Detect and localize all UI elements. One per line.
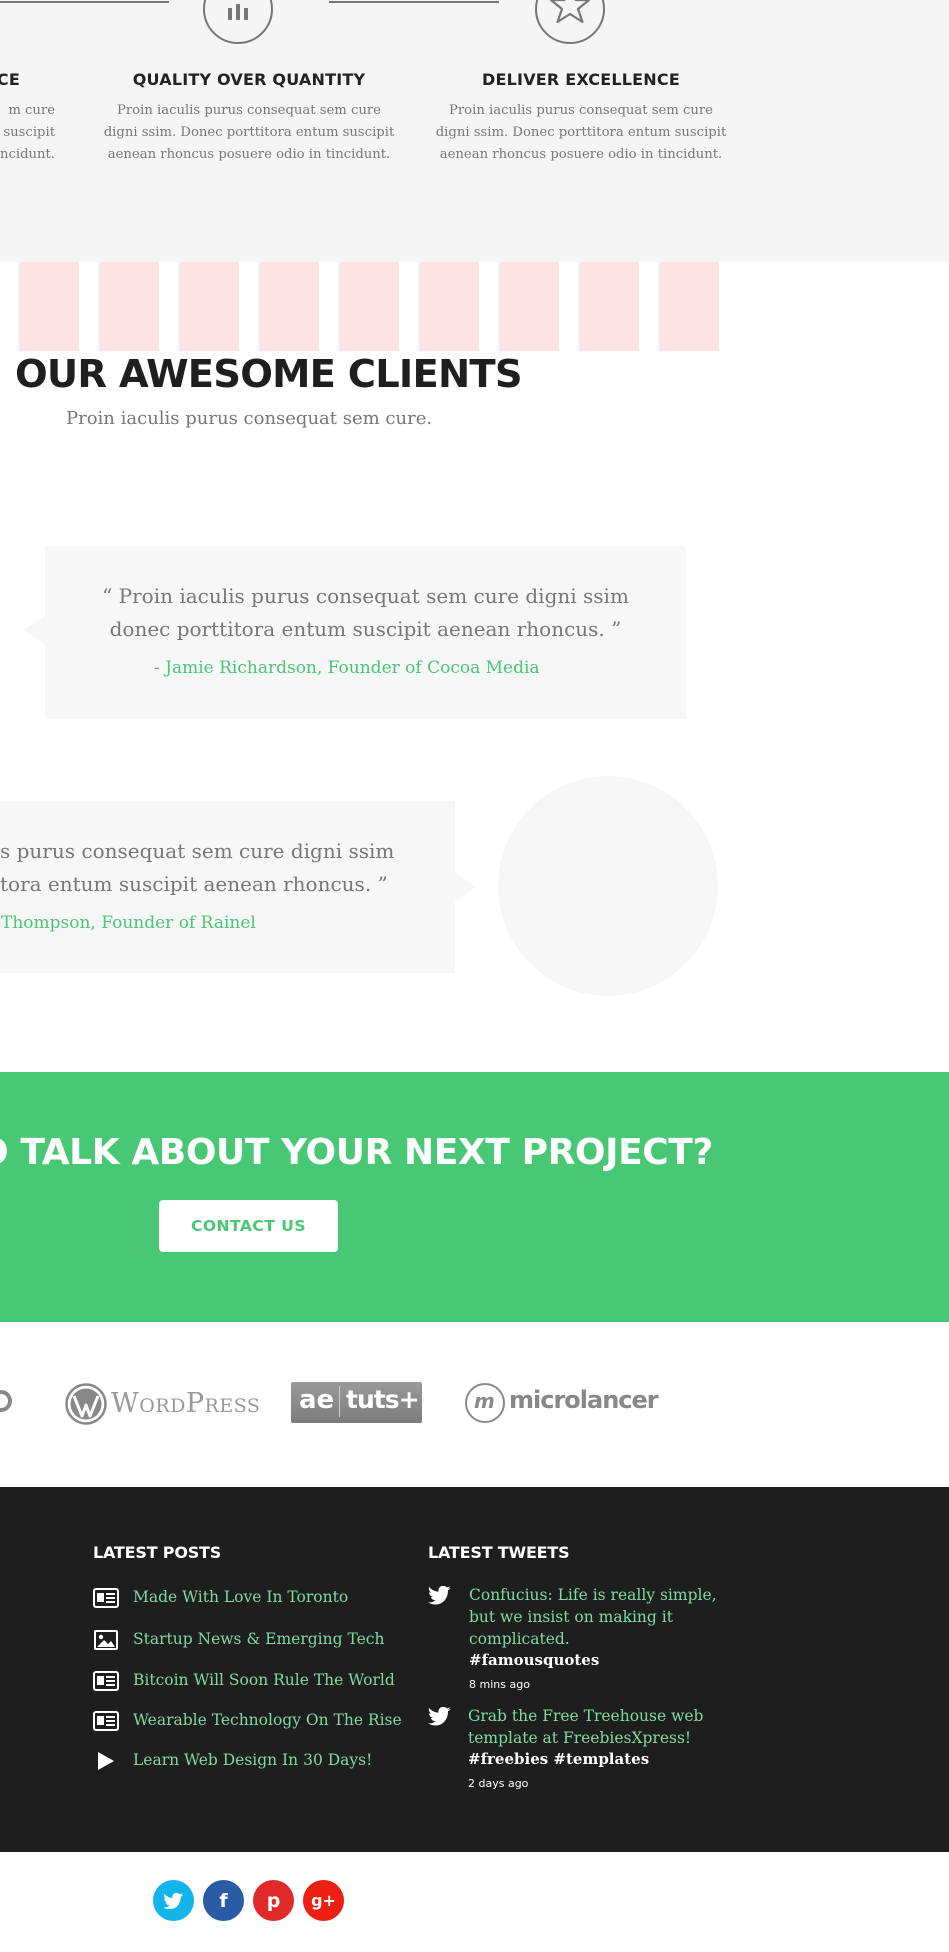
feature-text-line: digni ssim. Donec porttitora entum susci… [435, 125, 727, 140]
aetuts-wordmark: tuts+ [346, 1385, 420, 1414]
feature-text-line: aenean rhoncus posuere odio in tincidunt… [107, 147, 391, 162]
aetuts-prefix: ae [299, 1385, 335, 1415]
feature-title: DELIVER EXCELLENCE [482, 70, 680, 89]
partner-logos: WordPress ae tuts+ m microlancer [0, 1322, 949, 1487]
tweet-timestamp: 2 days ago [468, 1777, 529, 1790]
tweet-hashtags[interactable]: #freebies #templates [468, 1750, 649, 1768]
twitter-icon[interactable] [153, 1880, 194, 1921]
post-link[interactable]: Wearable Technology On The Rise [133, 1711, 402, 1729]
partner-logo-partial [0, 1390, 12, 1412]
clients-subtitle: Proin iaculis purus consequat sem cure. [66, 408, 433, 429]
client-logo-placeholder [179, 262, 239, 351]
feature-text-line: digni ssim. Donec porttitora entum susci… [103, 125, 395, 140]
divider-line [0, 1, 169, 3]
feature-text: Proin iaculis purus consequat sem cure d… [431, 100, 731, 166]
tweet-item: Grab the Free Treehouse web template at … [428, 1706, 703, 1790]
client-logo-placeholder [259, 262, 319, 351]
aetuts-logo: ae tuts+ [291, 1382, 422, 1423]
google-plus-glyph: g+ [311, 1891, 336, 1910]
post-link[interactable]: Bitcoin Will Soon Rule The World [133, 1671, 395, 1689]
pinterest-icon[interactable]: p [253, 1880, 294, 1921]
bar-chart-icon [203, 0, 273, 44]
microlancer-wordmark: microlancer [509, 1386, 659, 1414]
feature-text: Proin iaculis purus consequat sem cure d… [99, 100, 399, 166]
twitter-bird-icon [428, 1585, 451, 1605]
client-logo-placeholder [499, 262, 559, 351]
latest-posts-heading: LATEST POSTS [93, 1543, 222, 1562]
client-logo-placeholder [579, 262, 639, 351]
contact-us-button[interactable]: CONTACT US [159, 1200, 338, 1252]
facebook-glyph: f [219, 1889, 228, 1912]
quote-line: donec porttitora entum suscipit aenean r… [109, 617, 622, 641]
tweet-item: Confucius: Life is really simple, but we… [428, 1585, 717, 1691]
post-item[interactable]: Startup News & Emerging Tech [93, 1630, 384, 1654]
feature-text-line: m cure [8, 103, 55, 118]
post-link[interactable]: Learn Web Design In 30 Days! [133, 1751, 372, 1769]
speech-arrow [24, 615, 45, 645]
cta-section: O TALK ABOUT YOUR NEXT PROJECT? CONTACT … [0, 1072, 949, 1322]
star-icon [535, 0, 605, 44]
twitter-bird-icon [428, 1706, 451, 1726]
post-item[interactable]: Learn Web Design In 30 Days! [93, 1751, 372, 1775]
avatar [498, 776, 718, 996]
testimonial-quote: “ Proin iaculis purus consequat sem cure… [45, 580, 686, 646]
speech-arrow [455, 872, 476, 902]
cta-heading: O TALK ABOUT YOUR NEXT PROJECT? [0, 1132, 713, 1173]
quote-line: “ Proin iaculis purus consequat sem cure… [102, 584, 629, 608]
client-logo-placeholder [659, 262, 719, 351]
article-icon [93, 1588, 119, 1608]
pinterest-glyph: p [266, 1889, 281, 1912]
latest-tweets-heading: LATEST TWEETS [428, 1543, 570, 1562]
testimonial-card: “ Proin iaculis purus consequat sem cure… [45, 546, 686, 719]
quote-line: s purus consequat sem cure digni ssim [0, 839, 395, 863]
testimonial-quote: s purus consequat sem cure digni ssim to… [0, 835, 394, 901]
article-icon [93, 1671, 119, 1691]
microlancer-mark-letter: m [474, 1389, 495, 1413]
client-logo-placeholder [419, 262, 479, 351]
play-icon [98, 1752, 114, 1770]
facebook-icon[interactable]: f [203, 1880, 244, 1921]
logo-divider [339, 1386, 340, 1417]
post-link[interactable]: Startup News & Emerging Tech [133, 1630, 384, 1648]
microlancer-mark: m [465, 1383, 505, 1423]
tweet-hashtags[interactable]: #famousquotes [469, 1651, 599, 1669]
twitter-bird-icon [163, 1892, 183, 1909]
feature-title: QUALITY OVER QUANTITY [132, 70, 366, 89]
feature-text-line: aenean rhoncus posuere odio in tincidunt… [439, 147, 723, 162]
feature-text-line: incidunt. [0, 147, 55, 162]
quote-line: tora entum suscipit aenean rhoncus. ” [0, 872, 388, 896]
wordpress-wordmark: WordPress [111, 1388, 261, 1419]
feature-title: CE [0, 70, 20, 89]
footer: LATEST POSTS Made With Love In Toronto S… [0, 1487, 949, 1852]
feature-text-line: Proin iaculis purus consequat sem cure [116, 103, 381, 118]
client-logo-placeholder [99, 262, 159, 351]
feature-text: m cure n suscipit incidunt. [0, 100, 55, 166]
client-logo-placeholder [339, 262, 399, 351]
testimonial-card: s purus consequat sem cure digni ssim to… [0, 801, 455, 973]
post-item[interactable]: Bitcoin Will Soon Rule The World [93, 1671, 395, 1695]
wordpress-logo [65, 1383, 107, 1425]
feature-text-line: n suscipit [0, 125, 55, 140]
clients-heading: OUR AWESOME CLIENTS [15, 352, 523, 397]
article-icon [93, 1711, 119, 1731]
features-section: CE m cure n suscipit incidunt. QUALITY O… [0, 0, 949, 262]
post-link[interactable]: Made With Love In Toronto [133, 1588, 348, 1606]
feature-text-line: Proin iaculis purus consequat sem cure [448, 103, 713, 118]
tweet-timestamp: 8 mins ago [469, 1678, 530, 1691]
tweet-text[interactable]: Confucius: Life is really simple, but we… [469, 1584, 729, 1650]
tweet-text[interactable]: Grab the Free Treehouse web template at … [468, 1705, 728, 1749]
divider-line [329, 1, 499, 3]
client-logo-placeholder [19, 262, 79, 351]
google-plus-icon[interactable]: g+ [303, 1880, 344, 1921]
post-item[interactable]: Wearable Technology On The Rise [93, 1711, 402, 1735]
image-icon [94, 1630, 118, 1650]
post-item[interactable]: Made With Love In Toronto [93, 1588, 348, 1612]
testimonial-author: - Jamie Richardson, Founder of Cocoa Med… [154, 658, 540, 678]
testimonial-author: Thompson, Founder of Rainel [1, 913, 256, 933]
